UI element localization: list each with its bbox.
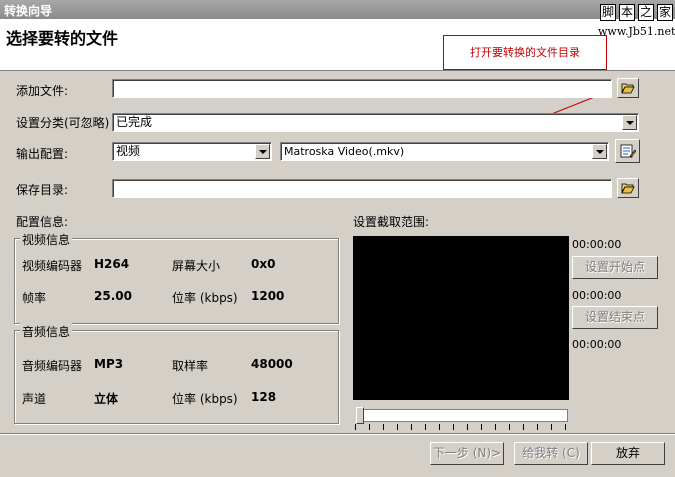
watermark-char: 脚 [600,4,616,21]
watermark-logo: 脚本之家 [597,4,673,21]
category-value: 已完成 [116,115,153,129]
channel-label: 声道 [22,392,47,406]
next-button[interactable]: 下一步 (N)> [430,442,504,465]
audio-codec-value: MP3 [94,357,124,371]
chevron-down-icon[interactable] [255,144,270,159]
audio-bitrate-label: 位率 (kbps) [172,392,238,406]
annotation-callout: 打开要转换的文件目录 [443,35,607,70]
screen-size-value: 0x0 [251,257,276,271]
clip-range-label: 设置截取范围: [353,215,430,229]
browse-dir-button[interactable] [617,178,639,198]
fps-label: 帧率 [22,291,47,305]
save-dir-input[interactable] [112,179,612,198]
channel-value: 立体 [94,392,119,406]
video-bitrate-value: 1200 [251,289,285,303]
add-file-label: 添加文件: [16,84,69,98]
audio-codec-label: 音频编码器 [22,359,83,373]
output-type-value: 视频 [116,144,141,158]
page-title: 选择要转的文件 [6,29,119,48]
screen-size-label: 屏幕大小 [172,259,221,273]
time-current: 00:00:00 [572,238,622,251]
category-select[interactable]: 已完成 [112,113,639,132]
category-label: 设置分类(可忽略) [16,116,110,130]
save-dir-label: 保存目录: [16,183,69,197]
output-format-value: Matroska Video(.mkv) [284,145,405,158]
window-titlebar[interactable]: 转换向导 [0,0,675,19]
browse-file-button[interactable] [617,78,639,98]
chevron-down-icon[interactable] [592,144,607,159]
add-file-input[interactable] [112,79,612,98]
chevron-down-icon[interactable] [622,115,637,130]
video-preview [353,236,569,400]
output-settings-button[interactable] [615,139,640,163]
sample-rate-value: 48000 [251,357,293,371]
audio-info-title: 音频信息 [20,323,73,340]
folder-open-icon [621,183,635,194]
timeline-slider-thumb[interactable] [356,407,364,424]
video-codec-label: 视频编码器 [22,259,83,273]
audio-info-group [14,330,339,424]
convert-button[interactable]: 给我转 (C) [514,442,588,465]
window-title: 转换向导 [4,4,53,18]
set-start-button[interactable]: 设置开始点 [572,256,658,279]
cancel-button[interactable]: 放弃 [591,442,665,465]
watermark-char: 本 [619,4,635,21]
set-end-button[interactable]: 设置结束点 [572,306,658,329]
watermark-char: 之 [638,4,654,21]
output-type-select[interactable]: 视频 [112,142,272,161]
edit-settings-icon [620,144,636,158]
timeline-slider-track[interactable] [360,409,568,422]
fps-value: 25.00 [94,289,132,303]
video-info-group [14,238,339,324]
output-config-label: 输出配置: [16,147,69,161]
watermark-url: www.Jb51.net [598,25,675,38]
timeline-ticks [355,424,570,430]
sample-rate-label: 取样率 [172,359,209,373]
watermark-char: 家 [657,4,673,21]
video-codec-value: H264 [94,257,130,271]
footer-divider [0,433,675,435]
time-end: 00:00:00 [572,338,622,351]
time-start: 00:00:00 [572,289,622,302]
video-bitrate-label: 位率 (kbps) [172,291,238,305]
audio-bitrate-value: 128 [251,390,277,404]
video-info-title: 视频信息 [20,231,73,248]
output-format-select[interactable]: Matroska Video(.mkv) [280,142,609,161]
folder-open-icon [621,83,635,94]
config-info-label: 配置信息: [16,215,69,229]
